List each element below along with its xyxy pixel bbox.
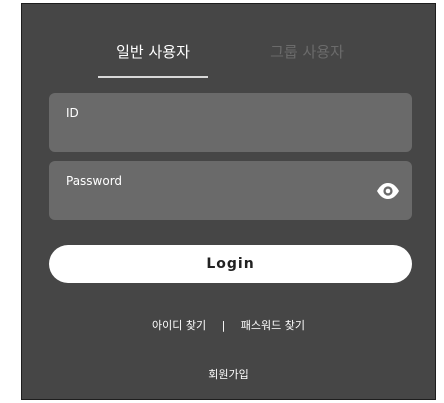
link-separator: |: [221, 319, 226, 332]
tab-group-user[interactable]: 그룹 사용자: [252, 40, 362, 80]
user-type-tabs: 일반 사용자 그룹 사용자: [22, 40, 435, 80]
find-id-link[interactable]: 아이디 찾기: [152, 319, 206, 332]
eye-icon[interactable]: [376, 182, 400, 200]
id-field-label: ID: [66, 106, 79, 120]
id-field[interactable]: ID: [49, 93, 412, 152]
signup-link[interactable]: 회원가입: [22, 366, 435, 382]
find-password-link[interactable]: 패스워드 찾기: [241, 319, 305, 332]
password-field[interactable]: Password: [49, 161, 412, 220]
account-recovery-links: 아이디 찾기 | 패스워드 찾기: [22, 317, 435, 333]
active-tab-indicator: [98, 76, 208, 78]
login-button[interactable]: Login: [49, 245, 412, 283]
tab-general-user[interactable]: 일반 사용자: [98, 40, 208, 80]
login-panel: 일반 사용자 그룹 사용자 ID Password Login 아이디 찾기 |…: [21, 3, 436, 400]
password-field-label: Password: [66, 174, 123, 188]
